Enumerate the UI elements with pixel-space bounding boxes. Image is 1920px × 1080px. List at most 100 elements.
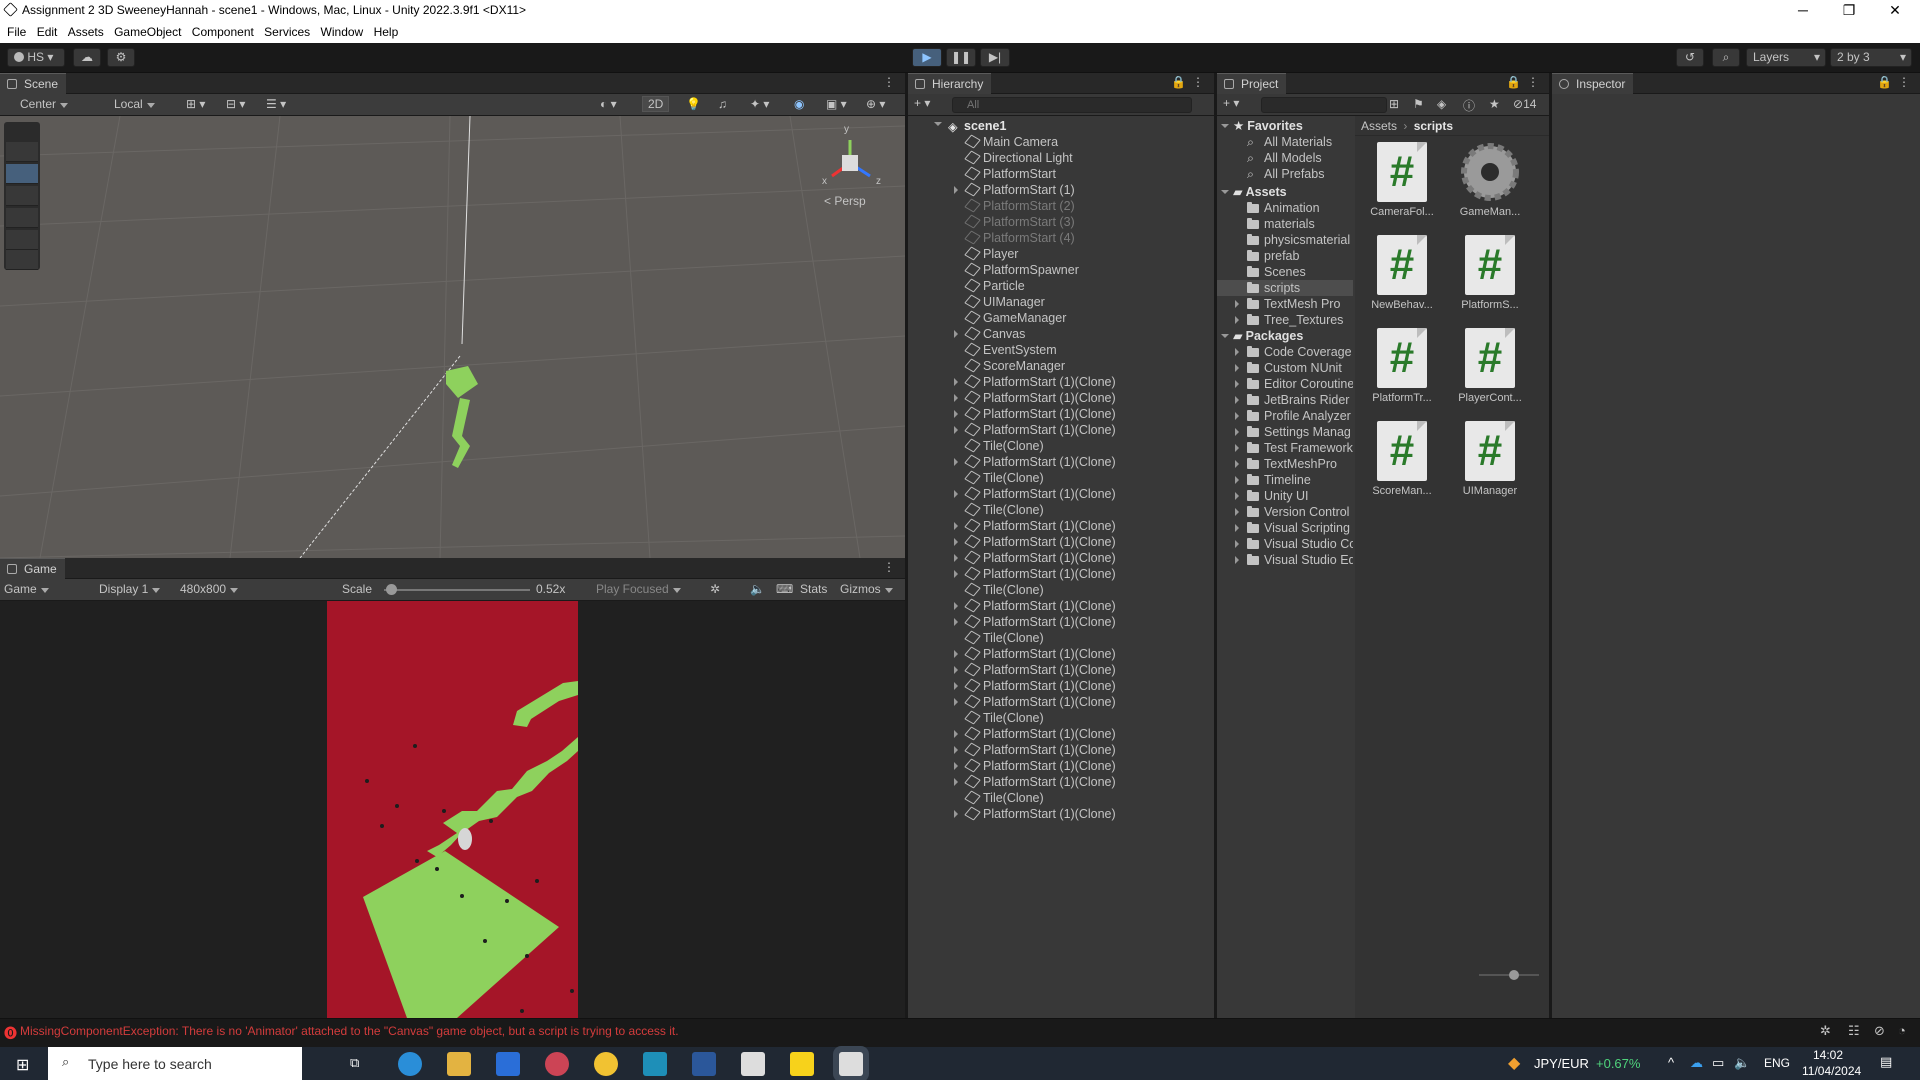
tab-inspector[interactable]: Inspector xyxy=(1552,73,1634,94)
project-tree-item[interactable]: Scenes xyxy=(1217,264,1353,280)
favorite-star-icon[interactable]: ★ xyxy=(1489,97,1500,111)
transform-tool-icon[interactable] xyxy=(6,250,38,270)
saved-search-icon[interactable]: ◈ xyxy=(1437,97,1446,111)
tab-project[interactable]: Project xyxy=(1217,73,1287,94)
camera-icon[interactable]: ▣ ▾ xyxy=(826,97,847,111)
app-icon[interactable] xyxy=(545,1052,569,1076)
inspector-lock-icon[interactable]: 🔒 xyxy=(1877,75,1892,89)
expand-arrow-icon[interactable] xyxy=(1235,364,1239,372)
hierarchy-item[interactable]: PlatformStart (1)(Clone) xyxy=(954,406,1116,422)
account-dropdown[interactable]: HS ▾ xyxy=(7,48,65,67)
hierarchy-item[interactable]: Tile(Clone) xyxy=(964,630,1044,646)
expand-arrow-icon[interactable] xyxy=(1235,348,1239,356)
expand-arrow-icon[interactable] xyxy=(1221,124,1229,128)
hierarchy-item[interactable]: EventSystem xyxy=(964,342,1057,358)
display-dropdown[interactable]: Display 1 xyxy=(99,582,161,598)
bug-status-icon[interactable]: ✲ xyxy=(1820,1023,1831,1039)
inspector-menu-icon[interactable]: ⋮ xyxy=(1898,75,1910,89)
expand-arrow-icon[interactable] xyxy=(954,666,958,674)
edge-icon[interactable] xyxy=(398,1052,422,1076)
hierarchy-item[interactable]: PlatformStart (3) xyxy=(964,214,1075,230)
hierarchy-item[interactable]: Particle xyxy=(964,278,1025,294)
expand-arrow-icon[interactable] xyxy=(954,458,958,466)
favorites-header[interactable]: ★ Favorites xyxy=(1221,118,1303,134)
scale-slider[interactable] xyxy=(384,584,530,595)
expand-arrow-icon[interactable] xyxy=(954,522,958,530)
project-tree-item[interactable]: TextMeshPro xyxy=(1217,456,1353,472)
menu-help[interactable]: Help xyxy=(374,22,399,39)
project-tree-item[interactable]: Unity UI xyxy=(1217,488,1353,504)
grid-snap-icon[interactable]: ⊞ ▾ xyxy=(186,97,205,111)
breadcrumb-scripts[interactable]: scripts xyxy=(1414,119,1453,133)
project-tree-item[interactable]: ⌕ All Materials xyxy=(1217,134,1353,150)
expand-arrow-icon[interactable] xyxy=(954,410,958,418)
expand-arrow-icon[interactable] xyxy=(954,378,958,386)
expand-arrow-icon[interactable] xyxy=(954,730,958,738)
create-button[interactable]: + ▾ xyxy=(914,96,930,110)
hidden-packages-icon[interactable]: ⊘14 xyxy=(1513,97,1536,111)
rect-tool-icon[interactable] xyxy=(6,230,38,250)
expand-arrow-icon[interactable] xyxy=(954,602,958,610)
expand-arrow-icon[interactable] xyxy=(1235,316,1239,324)
expand-arrow-icon[interactable] xyxy=(954,554,958,562)
console-error-message[interactable]: MissingComponentException: There is no '… xyxy=(20,1024,679,1038)
hierarchy-item[interactable]: PlatformStart (1)(Clone) xyxy=(954,694,1116,710)
menu-window[interactable]: Window xyxy=(321,22,364,39)
hierarchy-search-input[interactable] xyxy=(952,97,1192,113)
expand-arrow-icon[interactable] xyxy=(1235,556,1239,564)
project-create-button[interactable]: + ▾ xyxy=(1223,96,1239,110)
project-tree-item[interactable]: Animation xyxy=(1217,200,1353,216)
hierarchy-item[interactable]: PlatformStart (1)(Clone) xyxy=(954,806,1116,822)
game-viewport[interactable] xyxy=(0,601,905,1018)
close-button[interactable]: ✕ xyxy=(1872,0,1918,22)
project-tree-item[interactable]: Test Framework xyxy=(1217,440,1353,456)
hierarchy-item[interactable]: PlatformStart (1)(Clone) xyxy=(954,534,1116,550)
asset-item[interactable]: # CameraFol... xyxy=(1367,142,1437,222)
hierarchy-item[interactable]: Tile(Clone) xyxy=(964,790,1044,806)
hierarchy-item[interactable]: PlatformStart (1)(Clone) xyxy=(954,646,1116,662)
asset-item[interactable]: # PlatformTr... xyxy=(1367,328,1437,408)
restore-button[interactable]: ❐ xyxy=(1826,0,1872,22)
project-tree-item[interactable]: prefab xyxy=(1217,248,1353,264)
hierarchy-item[interactable]: Player xyxy=(964,246,1018,262)
project-tree-item[interactable]: scripts xyxy=(1217,280,1353,296)
layers-dropdown[interactable]: Layers ▾ xyxy=(1746,48,1826,67)
ticker-label[interactable]: JPY/EUR xyxy=(1534,1056,1589,1071)
word-icon[interactable] xyxy=(692,1052,716,1076)
expand-arrow-icon[interactable] xyxy=(954,570,958,578)
hierarchy-item[interactable]: Tile(Clone) xyxy=(964,710,1044,726)
step-button[interactable]: ▶| xyxy=(980,48,1010,67)
project-tree-item[interactable]: Editor Coroutine xyxy=(1217,376,1353,392)
expand-arrow-icon[interactable] xyxy=(1235,444,1239,452)
hierarchy-item[interactable]: PlatformStart (1)(Clone) xyxy=(954,742,1116,758)
hierarchy-item[interactable]: PlatformStart (1)(Clone) xyxy=(954,566,1116,582)
collab-button[interactable]: ⚙ xyxy=(107,48,135,67)
expand-arrow-icon[interactable] xyxy=(954,490,958,498)
asset-item[interactable]: # NewBehav... xyxy=(1367,235,1437,315)
hierarchy-item[interactable]: PlatformStart (1)(Clone) xyxy=(954,774,1116,790)
sticky-notes-icon[interactable] xyxy=(790,1052,814,1076)
hierarchy-item[interactable]: Tile(Clone) xyxy=(964,502,1044,518)
expand-arrow-icon[interactable] xyxy=(954,618,958,626)
hierarchy-item[interactable]: PlatformStart (1)(Clone) xyxy=(954,422,1116,438)
tab-game[interactable]: Game xyxy=(0,558,65,579)
hierarchy-item[interactable]: PlatformStart (1)(Clone) xyxy=(954,614,1116,630)
hierarchy-item[interactable]: PlatformStart (4) xyxy=(964,230,1075,246)
project-menu-icon[interactable]: ⋮ xyxy=(1527,75,1539,89)
bug-icon[interactable]: ✲ xyxy=(710,582,720,596)
expand-arrow-icon[interactable] xyxy=(954,426,958,434)
maxon-icon[interactable] xyxy=(643,1052,667,1076)
project-tree-item[interactable]: Settings Manag xyxy=(1217,424,1353,440)
scale-tool-icon[interactable] xyxy=(6,208,38,228)
breadcrumb-assets[interactable]: Assets xyxy=(1361,119,1397,133)
effects-icon[interactable]: ✦ ▾ xyxy=(750,97,769,111)
language-indicator[interactable]: ENG xyxy=(1764,1056,1790,1070)
menu-assets[interactable]: Assets xyxy=(68,22,104,39)
search-button[interactable]: ⌕ xyxy=(1712,48,1740,67)
audio-mute-icon[interactable]: 🔈 xyxy=(750,582,765,596)
undo-history-button[interactable]: ↺ xyxy=(1676,48,1704,67)
hierarchy-item[interactable]: Tile(Clone) xyxy=(964,470,1044,486)
scene-root[interactable]: ◈ scene1 xyxy=(934,118,1006,134)
hierarchy-item[interactable]: PlatformStart (1)(Clone) xyxy=(954,454,1116,470)
move-tool-icon[interactable] xyxy=(6,164,38,184)
